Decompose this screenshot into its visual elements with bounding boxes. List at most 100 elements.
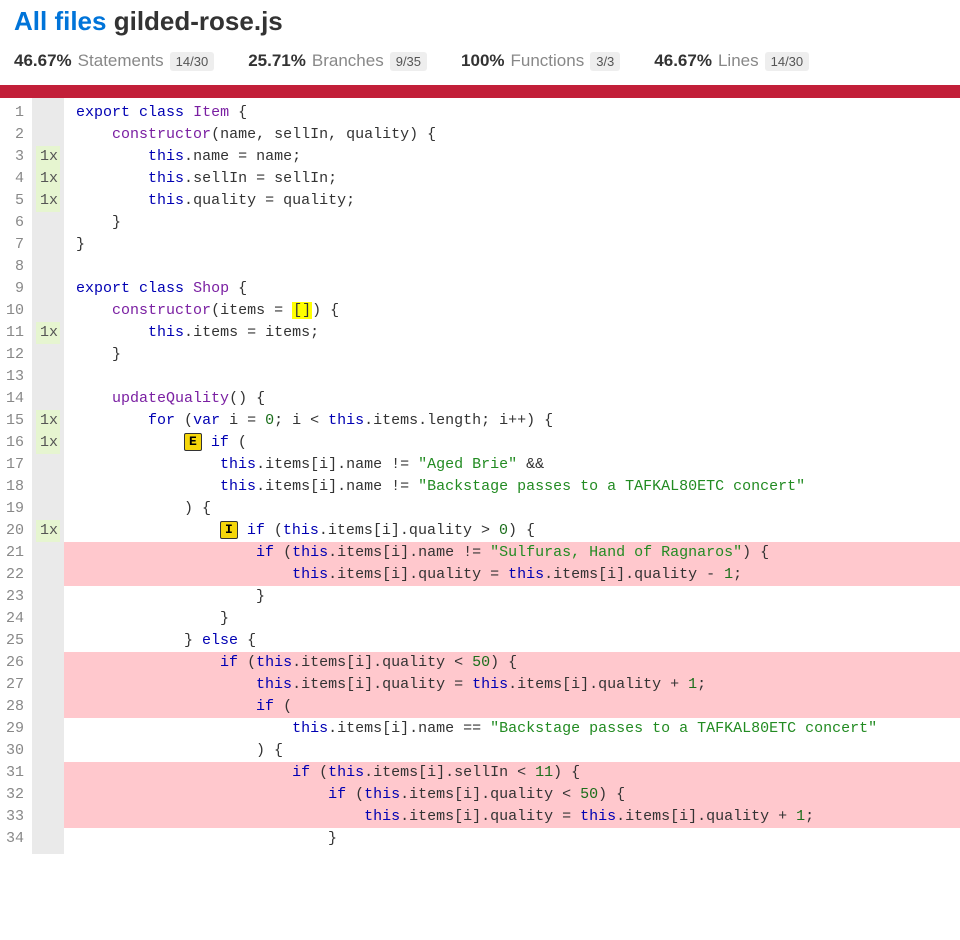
line-number: 33: [6, 806, 24, 828]
hit-count: 1x: [36, 410, 60, 432]
hit-count: [36, 828, 60, 850]
line-number: 29: [6, 718, 24, 740]
hit-count: [36, 784, 60, 806]
code-line[interactable]: }: [64, 344, 960, 366]
code-line[interactable]: this.items[i].quality = this.items[i].qu…: [64, 806, 960, 828]
code-line[interactable]: this.items[i].quality = this.items[i].qu…: [64, 674, 960, 696]
code-line[interactable]: this.items = items;: [64, 322, 960, 344]
code-line[interactable]: this.name = name;: [64, 146, 960, 168]
line-number: 15: [6, 410, 24, 432]
code-line[interactable]: [64, 256, 960, 278]
line-number: 25: [6, 630, 24, 652]
code-line[interactable]: this.items[i].name != "Aged Brie" &&: [64, 454, 960, 476]
line-number: 31: [6, 762, 24, 784]
hit-count: [36, 234, 60, 256]
source-code[interactable]: export class Item { constructor(name, se…: [64, 98, 960, 854]
line-number: 19: [6, 498, 24, 520]
stat-pct: 46.67%: [654, 51, 712, 71]
line-number: 34: [6, 828, 24, 850]
line-number: 4: [6, 168, 24, 190]
code-viewer: 1234567891011121314151617181920212223242…: [0, 98, 960, 854]
stat-lines: 46.67% Lines 14/30: [654, 51, 809, 71]
line-number: 5: [6, 190, 24, 212]
hit-counts: 1x1x1x1x1x1x1x: [32, 98, 64, 854]
line-numbers: 1234567891011121314151617181920212223242…: [0, 98, 32, 854]
line-number: 8: [6, 256, 24, 278]
code-line[interactable]: if (this.items[i].quality < 50) {: [64, 652, 960, 674]
code-line[interactable]: this.items[i].name != "Backstage passes …: [64, 476, 960, 498]
line-number: 17: [6, 454, 24, 476]
code-line[interactable]: } else {: [64, 630, 960, 652]
line-number: 1: [6, 102, 24, 124]
code-line[interactable]: }: [64, 828, 960, 850]
line-number: 10: [6, 300, 24, 322]
code-line[interactable]: E if (: [64, 432, 960, 454]
hit-count: [36, 564, 60, 586]
code-line[interactable]: this.quality = quality;: [64, 190, 960, 212]
stat-statements: 46.67% Statements 14/30: [14, 51, 214, 71]
code-line[interactable]: if (this.items[i].name != "Sulfuras, Han…: [64, 542, 960, 564]
code-line[interactable]: export class Shop {: [64, 278, 960, 300]
hit-count: 1x: [36, 322, 60, 344]
code-line[interactable]: if (this.items[i].quality < 50) {: [64, 784, 960, 806]
code-line[interactable]: for (var i = 0; i < this.items.length; i…: [64, 410, 960, 432]
line-number: 11: [6, 322, 24, 344]
code-line[interactable]: if (: [64, 696, 960, 718]
coverage-stats: 46.67% Statements 14/30 25.71% Branches …: [14, 51, 946, 85]
line-number: 27: [6, 674, 24, 696]
line-number: 20: [6, 520, 24, 542]
line-number: 3: [6, 146, 24, 168]
line-number: 26: [6, 652, 24, 674]
breadcrumb-file: gilded-rose.js: [114, 6, 283, 36]
hit-count: [36, 102, 60, 124]
hit-count: [36, 124, 60, 146]
hit-count: [36, 586, 60, 608]
stat-pct: 46.67%: [14, 51, 72, 71]
line-number: 24: [6, 608, 24, 630]
hit-count: [36, 278, 60, 300]
hit-count: [36, 366, 60, 388]
line-number: 7: [6, 234, 24, 256]
line-number: 12: [6, 344, 24, 366]
stat-label: Lines: [718, 51, 759, 71]
code-line[interactable]: constructor(name, sellIn, quality) {: [64, 124, 960, 146]
hit-count: [36, 608, 60, 630]
hit-count: [36, 630, 60, 652]
hit-count: [36, 476, 60, 498]
code-line[interactable]: this.items[i].quality = this.items[i].qu…: [64, 564, 960, 586]
code-line[interactable]: }: [64, 234, 960, 256]
hit-count: [36, 652, 60, 674]
code-line[interactable]: ) {: [64, 740, 960, 762]
code-line[interactable]: [64, 366, 960, 388]
code-line[interactable]: }: [64, 212, 960, 234]
hit-count: [36, 718, 60, 740]
code-line[interactable]: I if (this.items[i].quality > 0) {: [64, 520, 960, 542]
stat-frac: 3/3: [590, 52, 620, 71]
code-line[interactable]: if (this.items[i].sellIn < 11) {: [64, 762, 960, 784]
code-line[interactable]: export class Item {: [64, 102, 960, 124]
line-number: 9: [6, 278, 24, 300]
stat-pct: 25.71%: [248, 51, 306, 71]
branch-if-tag: I: [220, 521, 238, 539]
hit-count: 1x: [36, 146, 60, 168]
breadcrumb-root-link[interactable]: All files: [14, 6, 106, 36]
line-number: 18: [6, 476, 24, 498]
code-line[interactable]: ) {: [64, 498, 960, 520]
code-line[interactable]: }: [64, 586, 960, 608]
code-line[interactable]: }: [64, 608, 960, 630]
code-line[interactable]: this.sellIn = sellIn;: [64, 168, 960, 190]
stat-branches: 25.71% Branches 9/35: [248, 51, 427, 71]
hit-count: [36, 344, 60, 366]
line-number: 28: [6, 696, 24, 718]
branch-else-tag: E: [184, 433, 202, 451]
line-number: 23: [6, 586, 24, 608]
hit-count: [36, 498, 60, 520]
code-line[interactable]: updateQuality() {: [64, 388, 960, 410]
hit-count: 1x: [36, 432, 60, 454]
code-line[interactable]: constructor(items = []) {: [64, 300, 960, 322]
line-number: 2: [6, 124, 24, 146]
hit-count: [36, 542, 60, 564]
line-number: 14: [6, 388, 24, 410]
hit-count: [36, 212, 60, 234]
code-line[interactable]: this.items[i].name == "Backstage passes …: [64, 718, 960, 740]
